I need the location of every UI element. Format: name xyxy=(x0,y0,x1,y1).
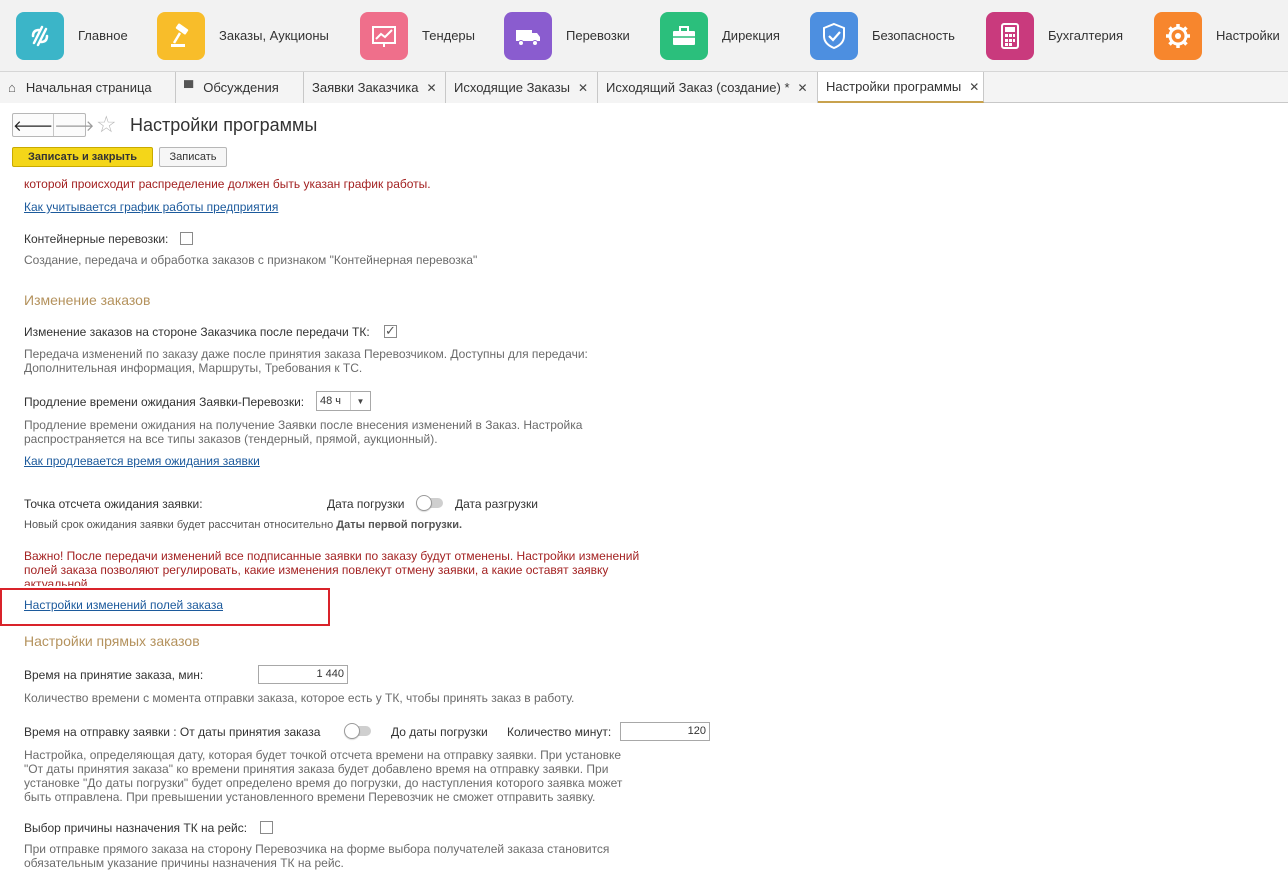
top-navigation: Главное Заказы, Аукционы Тендеры Перевоз… xyxy=(0,0,1288,72)
nav-label: Главное xyxy=(78,28,128,43)
extend-description-2: распространяется на все типы заказов (те… xyxy=(24,432,438,446)
nav-label: Тендеры xyxy=(422,28,476,43)
send-description-2: "От даты принятия заказа" ко времени при… xyxy=(24,762,609,776)
point-note: Новый срок ожидания заявки будет рассчит… xyxy=(24,519,462,531)
home-icon: ⌂ xyxy=(8,80,16,95)
extend-description-1: Продление времени ожидания на получение … xyxy=(24,418,583,432)
container-description: Создание, передача и обработка заказов с… xyxy=(24,253,478,267)
point-note-text: Новый срок ожидания заявки будет рассчит… xyxy=(24,519,334,531)
important-warning-2: полей заказа позволяют регулировать, как… xyxy=(24,563,609,577)
chart-board-icon xyxy=(360,11,408,60)
forward-arrow-icon[interactable]: 🡒 xyxy=(54,114,94,136)
reason-description-2: обязательным указание причины назначения… xyxy=(24,856,344,870)
nav-item-transport[interactable]: Перевозки xyxy=(504,0,630,72)
reason-description-1: При отправке прямого заказа на сторону П… xyxy=(24,842,610,856)
point-toggle[interactable] xyxy=(416,495,444,511)
save-button[interactable]: Записать xyxy=(159,147,227,167)
nav-item-accounting[interactable]: Бухгалтерия xyxy=(986,0,1123,72)
send-description-4: быть отправлена. При превышении установл… xyxy=(24,790,596,804)
chevron-down-icon[interactable]: ▼ xyxy=(350,392,370,410)
point-note-bold: Даты первой погрузки. xyxy=(336,519,463,531)
reason-checkbox[interactable] xyxy=(260,821,273,834)
nav-label: Безопасность xyxy=(872,28,955,43)
save-and-close-button[interactable]: Записать и закрыть xyxy=(12,147,153,167)
nav-item-tenders[interactable]: Тендеры xyxy=(360,0,475,72)
fields-settings-link[interactable]: Настройки изменений полей заказа xyxy=(24,598,223,612)
close-icon[interactable]: ✕ xyxy=(969,80,979,94)
close-icon[interactable]: ✕ xyxy=(798,81,808,95)
gavel-icon xyxy=(157,11,205,60)
change-description-1: Передача изменений по заказу даже после … xyxy=(24,347,588,361)
history-nav: 🡐 🡒 xyxy=(12,113,94,137)
gear-icon xyxy=(1154,11,1202,60)
extend-time-select[interactable]: 48 ч ▼ xyxy=(316,391,371,411)
nav-item-direction[interactable]: Дирекция xyxy=(660,0,780,72)
tab-label: Заявки Заказчика xyxy=(312,80,419,95)
home-logo-icon xyxy=(16,11,64,60)
nav-item-security[interactable]: Безопасность xyxy=(810,0,955,72)
point-option-unloading[interactable]: Дата разгрузки xyxy=(455,497,538,511)
extend-time-value: 48 ч xyxy=(320,395,342,407)
nav-item-main[interactable]: Главное xyxy=(16,0,128,72)
change-description-2: Дополнительная информация, Маршруты, Тре… xyxy=(24,361,363,375)
tab-discussions[interactable]: ▀ Обсуждения xyxy=(176,72,304,103)
tab-label: Настройки программы xyxy=(826,79,962,94)
nav-item-settings[interactable]: Настройки xyxy=(1154,0,1280,72)
tab-home[interactable]: ⌂ Начальная страница xyxy=(0,72,176,103)
tab-customer-requests[interactable]: Заявки Заказчика ✕ xyxy=(304,72,446,103)
send-option-loading[interactable]: До даты погрузки xyxy=(391,725,488,739)
nav-label: Дирекция xyxy=(722,28,780,43)
send-time-label: Время на отправку заявки : От даты приня… xyxy=(24,725,321,739)
favorite-star-icon[interactable]: ☆ xyxy=(96,111,117,138)
point-label: Точка отсчета ожидания заявки: xyxy=(24,497,203,511)
extend-label: Продление времени ожидания Заявки-Перево… xyxy=(24,395,305,409)
tab-label: Начальная страница xyxy=(25,80,152,95)
chat-icon: ▀ xyxy=(184,80,194,95)
nav-label: Перевозки xyxy=(566,28,630,43)
nav-item-orders[interactable]: Заказы, Аукционы xyxy=(157,0,329,72)
send-time-toggle[interactable] xyxy=(344,723,372,739)
container-checkbox[interactable] xyxy=(180,232,193,245)
tab-bar: ⌂ Начальная страница ▀ Обсуждения Заявки… xyxy=(0,72,1288,103)
container-label: Контейнерные перевозки: xyxy=(24,232,169,246)
tab-program-settings[interactable]: Настройки программы ✕ xyxy=(818,72,984,103)
truck-icon xyxy=(504,11,552,60)
important-warning-1: Важно! После передачи изменений все подп… xyxy=(24,549,640,563)
send-description-1: Настройка, определяющая дату, которая бу… xyxy=(24,748,622,762)
toggle-knob xyxy=(416,495,432,511)
tab-label: Исходящие Заказы xyxy=(454,80,571,95)
tab-outgoing-order-create[interactable]: Исходящий Заказ (создание) * ✕ xyxy=(598,72,818,103)
section-order-changes: Изменение заказов xyxy=(24,292,151,308)
tab-label: Обсуждения xyxy=(203,80,279,95)
nav-label: Бухгалтерия xyxy=(1048,28,1124,43)
settings-content: которой происходит распределение должен … xyxy=(0,168,1288,884)
schedule-help-link[interactable]: Как учитывается график работы предприяти… xyxy=(24,200,278,214)
accept-time-input[interactable]: 1 440 xyxy=(258,665,348,684)
schedule-warning: которой происходит распределение должен … xyxy=(24,177,431,191)
extend-help-link[interactable]: Как продлевается время ожидания заявки xyxy=(24,454,260,468)
accept-time-description: Количество времени с момента отправки за… xyxy=(24,691,575,705)
change-label: Изменение заказов на стороне Заказчика п… xyxy=(24,325,370,339)
tab-outgoing-orders[interactable]: Исходящие Заказы ✕ xyxy=(446,72,598,103)
calculator-icon xyxy=(986,11,1034,60)
nav-label: Настройки xyxy=(1216,28,1280,43)
minutes-input[interactable]: 120 xyxy=(620,722,710,741)
send-description-3: установке "До даты погрузки" будет опред… xyxy=(24,776,623,790)
page-title: Настройки программы xyxy=(130,115,318,135)
nav-label: Заказы, Аукционы xyxy=(219,28,329,43)
back-arrow-icon[interactable]: 🡐 xyxy=(13,114,55,136)
reason-label: Выбор причины назначения ТК на рейс: xyxy=(24,821,248,835)
tab-label: Исходящий Заказ (создание) * xyxy=(606,80,790,95)
point-option-loading[interactable]: Дата погрузки xyxy=(327,497,404,511)
minutes-label: Количество минут: xyxy=(507,725,612,739)
toggle-knob xyxy=(344,723,360,739)
change-checkbox[interactable] xyxy=(384,323,397,339)
section-direct-orders: Настройки прямых заказов xyxy=(24,633,200,649)
shield-check-icon xyxy=(810,11,858,60)
important-warning-3: актуальной. xyxy=(24,577,91,586)
briefcase-icon xyxy=(660,11,708,60)
accept-time-label: Время на принятие заказа, мин: xyxy=(24,668,204,682)
close-icon[interactable]: ✕ xyxy=(578,81,588,95)
close-icon[interactable]: ✕ xyxy=(427,81,437,95)
